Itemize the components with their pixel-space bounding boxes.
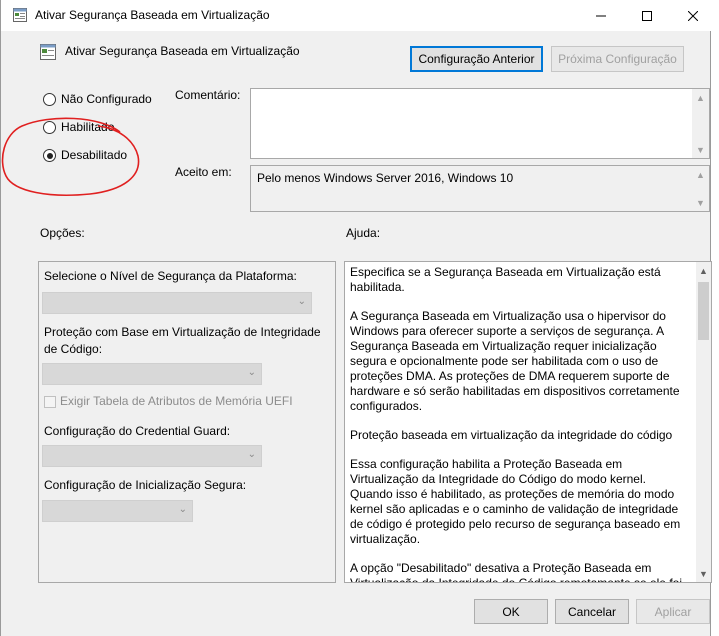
red-annotation-circle <box>1 117 140 196</box>
